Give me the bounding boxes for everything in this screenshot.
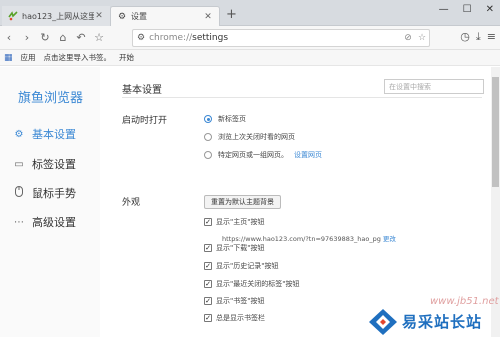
change-home-link[interactable]: 更改 bbox=[383, 235, 396, 243]
checkbox-label: 显示"主页"按钮 bbox=[216, 218, 265, 226]
forward-icon[interactable]: › bbox=[18, 31, 36, 44]
bookmark-star-icon[interactable]: ☆ bbox=[90, 31, 108, 44]
radio-label: 浏览上次关闭时看的网页 bbox=[218, 133, 295, 141]
browser-toolbar: ‹ › ↻ ⌂ ↶ ☆ ⚙ chrome://settings ⊘ ☆ ◷ ⤓ … bbox=[0, 26, 500, 50]
tab-title: hao123_上网从这里开始 bbox=[22, 11, 94, 21]
undo-icon[interactable]: ↶ bbox=[72, 31, 90, 44]
settings-sidebar: 旗鱼浏览器 ⚙ 基本设置 ▭ 标签设置 鼠标手势 ⋯ 高级设置 bbox=[0, 67, 100, 337]
sidebar-item-basic[interactable]: ⚙ 基本设置 bbox=[0, 123, 100, 145]
sidebar-item-label: 鼠标手势 bbox=[32, 187, 76, 200]
tab-hao123[interactable]: hao123_上网从这里开始 ✕ bbox=[2, 6, 110, 26]
sidebar-item-label: 基本设置 bbox=[32, 128, 76, 141]
checkbox[interactable]: ✓ bbox=[204, 244, 212, 252]
watermark-name: 易采站长站 bbox=[402, 313, 483, 331]
checkbox-label: 显示"历史记录"按钮 bbox=[216, 262, 279, 270]
checkbox-show-bookmark-bar[interactable]: ✓ 总是显示书签栏 bbox=[204, 313, 265, 323]
url-path: settings bbox=[192, 33, 229, 43]
home-url-text: https://www.hao123.com/?tn=97639883_hao_… bbox=[222, 235, 381, 243]
reload-icon[interactable]: ↻ bbox=[36, 31, 54, 44]
home-url: https://www.hao123.com/?tn=97639883_hao_… bbox=[222, 233, 396, 243]
hao123-icon bbox=[8, 11, 18, 21]
gear-icon: ⚙ bbox=[117, 11, 127, 22]
checkbox-label: 显示"下载"按钮 bbox=[216, 244, 265, 252]
divider bbox=[122, 97, 482, 98]
checkbox-history-button[interactable]: ✓ 显示"历史记录"按钮 bbox=[204, 261, 278, 271]
back-icon[interactable]: ‹ bbox=[0, 31, 18, 44]
sidebar-item-tabs[interactable]: ▭ 标签设置 bbox=[0, 153, 100, 175]
radio-button[interactable] bbox=[204, 133, 212, 141]
url-scheme: chrome:// bbox=[149, 33, 193, 43]
tab-strip: hao123_上网从这里开始 ✕ ⚙ 设置 ✕ + — ☐ ✕ bbox=[0, 0, 500, 26]
brand-title: 旗鱼浏览器 bbox=[18, 91, 84, 106]
radio-button[interactable] bbox=[204, 115, 212, 123]
more-icon: ⋯ bbox=[14, 216, 24, 228]
minimize-icon[interactable]: — bbox=[439, 4, 449, 15]
checkbox-download-button[interactable]: ✓ 显示"下载"按钮 bbox=[204, 243, 264, 253]
start-link[interactable]: 开始 bbox=[119, 52, 134, 63]
apps-grid-icon[interactable]: ▦ bbox=[4, 53, 13, 63]
mouse-icon bbox=[12, 186, 26, 200]
startup-option-newtab[interactable]: 新标签页 bbox=[204, 114, 246, 124]
apps-link[interactable]: 应用 bbox=[21, 52, 36, 63]
scrollbar-thumb[interactable] bbox=[492, 77, 499, 187]
checkbox[interactable]: ✓ bbox=[204, 280, 212, 288]
checkbox-bookmarks-button[interactable]: ✓ 显示"书签"按钮 bbox=[204, 296, 264, 306]
watermark-logo: 易采站长站 bbox=[368, 306, 500, 337]
checkbox[interactable]: ✓ bbox=[204, 262, 212, 270]
close-icon[interactable]: ✕ bbox=[94, 11, 104, 21]
maximize-icon[interactable]: ☐ bbox=[463, 4, 472, 15]
sidebar-item-mouse[interactable]: 鼠标手势 bbox=[0, 182, 100, 204]
startup-label: 启动时打开 bbox=[122, 116, 168, 126]
startup-option-specific[interactable]: 特定网页或一组网页。 设置网页 bbox=[204, 150, 322, 160]
checkbox-label: 显示"最近关闭的标签"按钮 bbox=[216, 280, 300, 288]
tab-title: 设置 bbox=[131, 12, 147, 21]
checkbox-recent-tabs-button[interactable]: ✓ 显示"最近关闭的标签"按钮 bbox=[204, 279, 299, 289]
close-icon[interactable]: ✕ bbox=[203, 12, 213, 22]
gear-icon: ⚙ bbox=[14, 128, 24, 140]
radio-label: 新标签页 bbox=[218, 115, 246, 123]
toolbar-right: ◷ ⤓ ≡ bbox=[460, 30, 496, 44]
radio-label: 特定网页或一组网页。 bbox=[218, 151, 288, 159]
set-pages-link[interactable]: 设置网页 bbox=[294, 150, 322, 160]
checkbox-label: 显示"书签"按钮 bbox=[216, 297, 265, 305]
settings-search-input[interactable]: 在设置中搜索 bbox=[384, 79, 484, 94]
address-url[interactable]: chrome://settings bbox=[149, 33, 401, 43]
star-icon[interactable]: ☆ bbox=[415, 33, 429, 43]
checkbox[interactable]: ✓ bbox=[204, 314, 212, 322]
sidebar-item-advanced[interactable]: ⋯ 高级设置 bbox=[0, 211, 100, 233]
radio-button[interactable] bbox=[204, 151, 212, 159]
home-icon[interactable]: ⌂ bbox=[54, 31, 72, 44]
checkbox[interactable]: ✓ bbox=[204, 297, 212, 305]
address-bar[interactable]: ⚙ chrome://settings ⊘ ☆ bbox=[132, 29, 430, 47]
window-controls: — ☐ ✕ bbox=[439, 4, 494, 15]
tab-icon: ▭ bbox=[14, 158, 24, 170]
checkbox-label: 总是显示书签栏 bbox=[216, 314, 265, 322]
sidebar-item-label: 标签设置 bbox=[32, 158, 76, 171]
new-tab-button[interactable]: + bbox=[226, 8, 237, 22]
menu-icon[interactable]: ≡ bbox=[487, 30, 496, 44]
checkbox[interactable]: ✓ bbox=[204, 218, 212, 226]
checkbox-home-button[interactable]: ✓ 显示"主页"按钮 bbox=[204, 217, 264, 227]
sidebar-item-label: 高级设置 bbox=[32, 216, 76, 229]
watermark-mark-icon bbox=[368, 308, 398, 336]
gear-icon: ⚙ bbox=[137, 33, 146, 43]
bookmarks-bar: ▦ 应用 点击这里导入书签。 开始 bbox=[0, 50, 500, 66]
page-title: 基本设置 bbox=[122, 85, 162, 96]
startup-option-continue[interactable]: 浏览上次关闭时看的网页 bbox=[204, 132, 295, 142]
tab-settings[interactable]: ⚙ 设置 ✕ bbox=[110, 6, 220, 26]
extension-icon[interactable]: ⊘ bbox=[401, 33, 415, 43]
history-icon[interactable]: ◷ bbox=[460, 30, 470, 44]
download-icon[interactable]: ⤓ bbox=[476, 30, 481, 44]
appearance-label: 外观 bbox=[122, 198, 141, 208]
import-bookmarks-link[interactable]: 点击这里导入书签。 bbox=[44, 52, 112, 63]
close-window-icon[interactable]: ✕ bbox=[486, 4, 494, 15]
reset-theme-button[interactable]: 重置为默认主题背景 bbox=[204, 195, 281, 209]
